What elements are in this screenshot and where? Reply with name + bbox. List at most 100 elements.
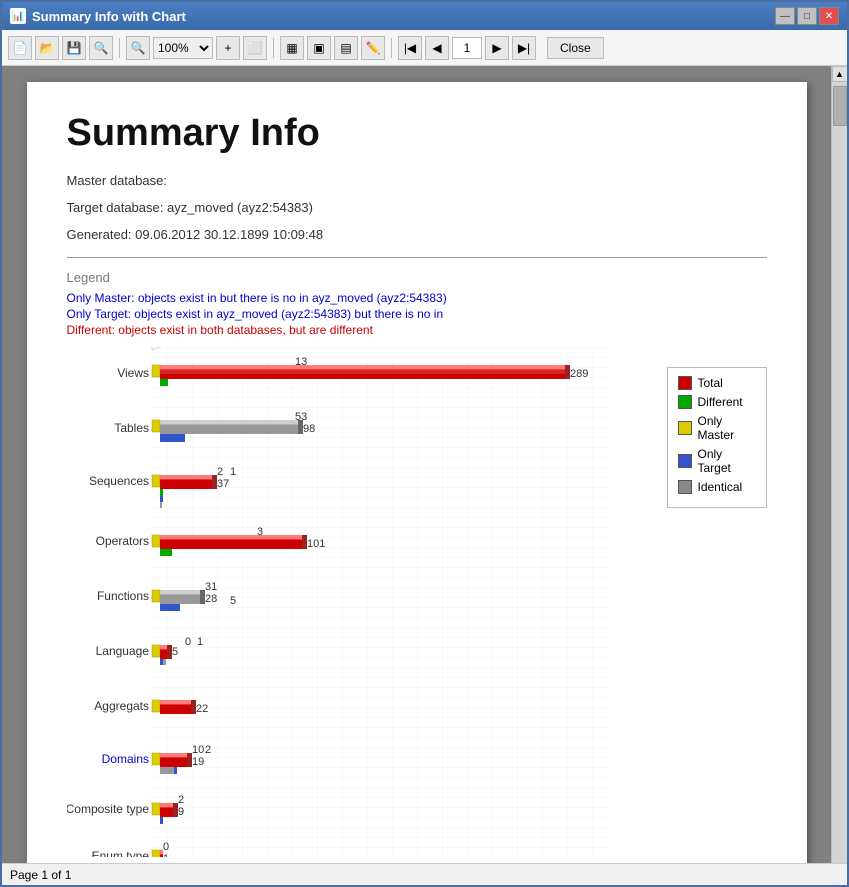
chart-area: 289 13 98 53 xyxy=(67,347,647,857)
svg-text:28: 28 xyxy=(205,593,217,605)
layout-btn-3[interactable]: ▤ xyxy=(334,36,358,60)
legend-only-target-label: Only Target xyxy=(698,447,756,475)
svg-text:1: 1 xyxy=(197,636,203,648)
scroll-thumb[interactable] xyxy=(833,86,847,126)
page: Summary Info Master database: Target dat… xyxy=(27,82,807,863)
new-button[interactable]: 📄 xyxy=(8,36,32,60)
svg-text:98: 98 xyxy=(303,423,315,435)
svg-text:Functions: Functions xyxy=(96,589,148,603)
legend-total-label: Total xyxy=(698,376,723,390)
search-button[interactable]: 🔍 xyxy=(89,36,113,60)
title-bar-buttons: — □ ✕ xyxy=(775,7,839,25)
svg-text:Views: Views xyxy=(117,366,149,380)
chart-container: 289 13 98 53 xyxy=(67,347,767,857)
last-page-button[interactable]: ▶| xyxy=(512,36,536,60)
svg-text:19: 19 xyxy=(192,756,204,768)
maximize-button[interactable]: □ xyxy=(797,7,817,25)
main-chart: 289 13 98 53 xyxy=(67,347,647,857)
generated-label: Generated: 09.06.2012 30.12.1899 10:09:4… xyxy=(67,225,767,246)
svg-text:Tables: Tables xyxy=(114,421,149,435)
legend-only-target-color xyxy=(678,454,692,468)
master-db-label: Master database: xyxy=(67,171,767,192)
svg-text:1: 1 xyxy=(163,853,169,857)
legend-identical-color xyxy=(678,480,692,494)
window-title: Summary Info with Chart xyxy=(32,9,186,24)
svg-text:5: 5 xyxy=(172,646,178,658)
svg-text:Enum type: Enum type xyxy=(91,849,149,857)
zoom-in-button[interactable]: + xyxy=(216,36,240,60)
toolbar: 📄 📂 💾 🔍 🔍 100% + ⬜ ▦ ▣ ▤ ✏️ |◀ ◀ ▶ ▶| Cl… xyxy=(2,30,847,66)
status-text: Page 1 of 1 xyxy=(10,868,71,882)
legend-different: Different xyxy=(678,395,756,409)
legend-item-master: Only Master: objects exist in but there … xyxy=(67,291,767,305)
svg-text:Domains: Domains xyxy=(101,752,148,766)
title-bar: 📊 Summary Info with Chart — □ ✕ xyxy=(2,2,847,30)
separator-2 xyxy=(273,38,274,58)
target-db-label: Target database: ayz_moved (ayz2:54383) xyxy=(67,198,767,219)
svg-text:101: 101 xyxy=(307,538,325,550)
first-page-button[interactable]: |◀ xyxy=(398,36,422,60)
legend-total: Total xyxy=(678,376,756,390)
svg-text:13: 13 xyxy=(295,356,307,368)
next-page-button[interactable]: ▶ xyxy=(485,36,509,60)
zoom-icon[interactable]: ⬜ xyxy=(243,36,267,60)
svg-text:53: 53 xyxy=(295,411,307,423)
separator-3 xyxy=(391,38,392,58)
svg-text:Language: Language xyxy=(95,644,149,658)
legend-identical-label: Identical xyxy=(698,480,743,494)
close-window-button[interactable]: ✕ xyxy=(819,7,839,25)
page-input[interactable] xyxy=(452,37,482,59)
legend-item-target: Only Target: objects exist in ayz_moved … xyxy=(67,307,767,321)
save-button[interactable]: 💾 xyxy=(62,36,86,60)
edit-button[interactable]: ✏️ xyxy=(361,36,385,60)
svg-text:Composite type: Composite type xyxy=(67,802,149,816)
zoom-out-icon[interactable]: 🔍 xyxy=(126,36,150,60)
scroll-up-button[interactable]: ▲ xyxy=(832,66,848,82)
svg-text:9: 9 xyxy=(178,806,184,818)
page-title: Summary Info xyxy=(67,112,767,155)
page-area[interactable]: Summary Info Master database: Target dat… xyxy=(2,66,831,863)
legend-item-different: Different: objects exist in both databas… xyxy=(67,323,767,337)
legend-only-master: Only Master xyxy=(678,414,756,442)
separator-1 xyxy=(119,38,120,58)
main-window: 📊 Summary Info with Chart — □ ✕ 📄 📂 💾 🔍 … xyxy=(0,0,849,887)
legend-total-color xyxy=(678,376,692,390)
svg-text:Aggregats: Aggregats xyxy=(94,699,149,713)
main-content: Summary Info Master database: Target dat… xyxy=(2,66,847,863)
open-button[interactable]: 📂 xyxy=(35,36,59,60)
legend-identical: Identical xyxy=(678,480,756,494)
minimize-button[interactable]: — xyxy=(775,7,795,25)
legend-only-master-label: Only Master xyxy=(698,414,756,442)
legend-different-color xyxy=(678,395,692,409)
zoom-select[interactable]: 100% xyxy=(153,37,213,59)
svg-text:2: 2 xyxy=(178,794,184,806)
chart-legend: Total Different Only Master xyxy=(667,367,767,857)
legend-only-target: Only Target xyxy=(678,447,756,475)
svg-text:2: 2 xyxy=(217,466,223,478)
legend-different-label: Different xyxy=(698,395,743,409)
layout-btn-1[interactable]: ▦ xyxy=(280,36,304,60)
svg-text:31: 31 xyxy=(205,581,217,593)
svg-text:Sequences: Sequences xyxy=(88,474,148,488)
status-bar: Page 1 of 1 xyxy=(2,863,847,885)
prev-page-button[interactable]: ◀ xyxy=(425,36,449,60)
layout-btn-2[interactable]: ▣ xyxy=(307,36,331,60)
svg-text:Operators: Operators xyxy=(95,534,148,548)
zoom-box: 100% xyxy=(153,37,213,59)
legend-section: Legend Only Master: objects exist in but… xyxy=(67,270,767,337)
svg-text:289: 289 xyxy=(570,368,588,380)
app-icon: 📊 xyxy=(10,8,26,24)
divider-1 xyxy=(67,257,767,258)
svg-text:22: 22 xyxy=(196,703,208,715)
svg-text:2: 2 xyxy=(205,744,211,756)
scrollbar: ▲ xyxy=(831,66,847,863)
svg-text:5: 5 xyxy=(230,595,236,607)
svg-text:10: 10 xyxy=(192,744,204,756)
svg-text:37: 37 xyxy=(217,478,229,490)
close-button[interactable]: Close xyxy=(547,37,604,59)
legend-title: Legend xyxy=(67,270,767,285)
svg-text:1: 1 xyxy=(230,466,236,478)
svg-text:0: 0 xyxy=(163,841,169,853)
svg-text:3: 3 xyxy=(257,526,263,538)
svg-text:0: 0 xyxy=(185,636,191,648)
